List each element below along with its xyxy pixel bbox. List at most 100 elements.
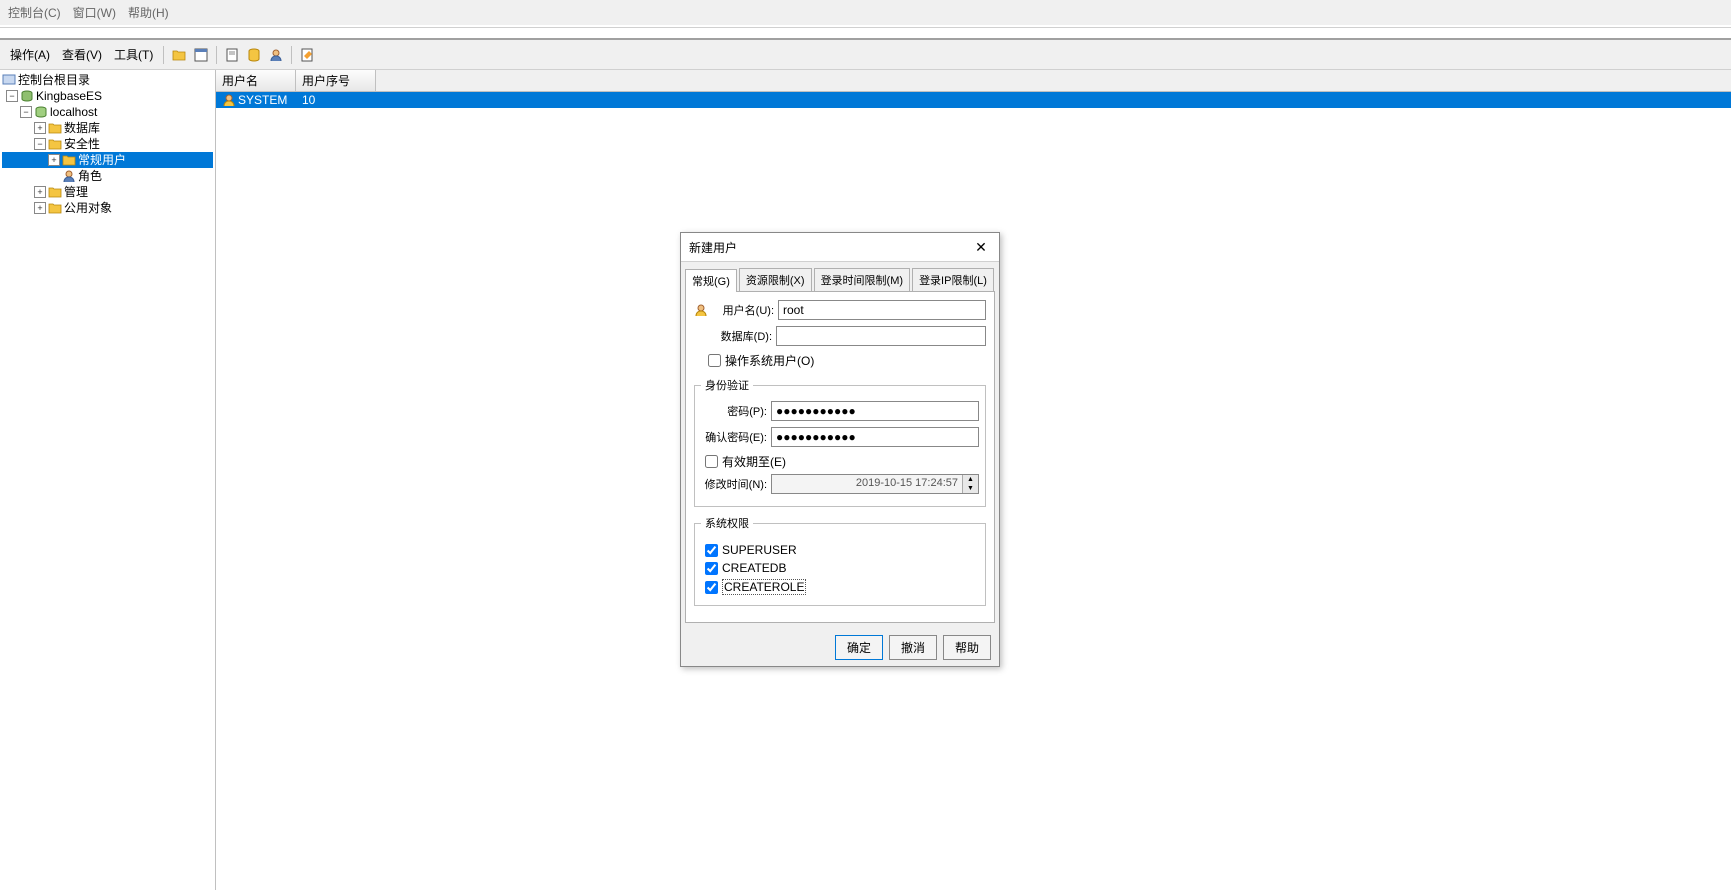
- cylinder-icon[interactable]: [245, 46, 263, 64]
- user-icon[interactable]: [267, 46, 285, 64]
- tree-root-label: 控制台根目录: [18, 72, 90, 88]
- collapse-icon[interactable]: −: [20, 106, 32, 118]
- menu-window[interactable]: 窗口(W): [69, 2, 120, 23]
- window-icon[interactable]: [192, 46, 210, 64]
- tab-resource[interactable]: 资源限制(X): [739, 268, 812, 291]
- confirm-input[interactable]: [771, 427, 979, 447]
- username-input[interactable]: [778, 300, 986, 320]
- tree-database[interactable]: + 数据库: [2, 120, 213, 136]
- expand-icon[interactable]: +: [48, 154, 60, 166]
- console-icon: [2, 73, 16, 87]
- tab-login-time[interactable]: 登录时间限制(M): [814, 268, 911, 291]
- modtime-input[interactable]: 2019-10-15 17:24:57 ▲ ▼: [771, 474, 979, 494]
- modtime-value: 2019-10-15 17:24:57: [772, 475, 962, 493]
- toolbar-action[interactable]: 操作(A): [6, 44, 54, 65]
- folder-icon: [62, 153, 76, 167]
- spin-down-icon[interactable]: ▼: [963, 484, 978, 493]
- tree-kingbase-label: KingbaseES: [36, 88, 102, 104]
- separator: [291, 46, 292, 64]
- os-user-checkbox[interactable]: [708, 354, 721, 367]
- collapse-icon[interactable]: −: [6, 90, 18, 102]
- collapse-icon[interactable]: −: [34, 138, 46, 150]
- folder-icon: [48, 121, 62, 135]
- dialog-title-text: 新建用户: [689, 239, 737, 256]
- col-username[interactable]: 用户名: [216, 70, 296, 91]
- toolbar-tools[interactable]: 工具(T): [110, 44, 157, 65]
- database-label: 数据库(D):: [694, 328, 772, 344]
- row-database: 数据库(D):: [694, 326, 986, 346]
- createdb-checkbox[interactable]: [705, 562, 718, 575]
- tab-general[interactable]: 常规(G): [685, 269, 737, 292]
- user-icon: [222, 93, 236, 107]
- expand-icon[interactable]: +: [34, 186, 46, 198]
- perm-legend: 系统权限: [701, 515, 753, 531]
- createrole-checkbox[interactable]: [705, 581, 718, 594]
- tree-security[interactable]: − 安全性: [2, 136, 213, 152]
- dialog-buttons: 确定 撤消 帮助: [681, 629, 999, 666]
- auth-fieldset: 身份验证 密码(P): 确认密码(E): 有效期至(E) 修改时间(N): 20…: [694, 377, 986, 507]
- confirm-label: 确认密码(E):: [701, 429, 767, 445]
- os-user-label: 操作系统用户(O): [725, 352, 814, 369]
- tree-regular-user[interactable]: + 常规用户: [2, 152, 213, 168]
- server-icon: [34, 105, 48, 119]
- createdb-label: CREATEDB: [722, 561, 786, 575]
- dialog-tabs: 常规(G) 资源限制(X) 登录时间限制(M) 登录IP限制(L): [681, 262, 999, 291]
- folder-open-icon[interactable]: [170, 46, 188, 64]
- tree-database-label: 数据库: [64, 120, 100, 136]
- tree-role[interactable]: 角色: [2, 168, 213, 184]
- row-modtime: 修改时间(N): 2019-10-15 17:24:57 ▲ ▼: [701, 474, 979, 494]
- doc-icon[interactable]: [223, 46, 241, 64]
- username-label: 用户名(U):: [712, 302, 774, 318]
- perm-fieldset: 系统权限 SUPERUSER CREATEDB CREATEROLE: [694, 515, 986, 606]
- modtime-label: 修改时间(N):: [701, 476, 767, 492]
- createrole-label: CREATEROLE: [722, 579, 806, 595]
- ok-button[interactable]: 确定: [835, 635, 883, 660]
- cell-username: SYSTEM: [216, 92, 296, 108]
- superuser-checkbox[interactable]: [705, 544, 718, 557]
- row-username: 用户名(U):: [694, 300, 986, 320]
- tab-body: 用户名(U): 数据库(D): 操作系统用户(O) 身份验证 密码(P): 确认…: [685, 291, 995, 623]
- tree-localhost[interactable]: − localhost: [2, 104, 213, 120]
- tree-public-obj-label: 公用对象: [64, 200, 112, 216]
- edit-icon[interactable]: [298, 46, 316, 64]
- db-icon: [20, 89, 34, 103]
- tree-public-obj[interactable]: + 公用对象: [2, 200, 213, 216]
- toolbar-view[interactable]: 查看(V): [58, 44, 106, 65]
- col-userseq[interactable]: 用户序号: [296, 70, 376, 91]
- expand-icon[interactable]: +: [34, 202, 46, 214]
- database-input[interactable]: [776, 326, 986, 346]
- folder-icon: [48, 201, 62, 215]
- tree-manage-label: 管理: [64, 184, 88, 200]
- tab-login-ip[interactable]: 登录IP限制(L): [912, 268, 994, 291]
- row-expire: 有效期至(E): [705, 453, 979, 470]
- expand-icon[interactable]: +: [34, 122, 46, 134]
- tree-kingbase[interactable]: − KingbaseES: [2, 88, 213, 104]
- separator: [163, 46, 164, 64]
- cell-userseq: 10: [296, 92, 376, 108]
- row-createrole: CREATEROLE: [705, 579, 979, 595]
- password-label: 密码(P):: [701, 403, 767, 419]
- separator: [0, 27, 1731, 28]
- menubar: 控制台(C) 窗口(W) 帮助(H): [0, 0, 1731, 25]
- expire-checkbox[interactable]: [705, 455, 718, 468]
- user-icon: [694, 303, 708, 317]
- tree-manage[interactable]: + 管理: [2, 184, 213, 200]
- cancel-button[interactable]: 撤消: [889, 635, 937, 660]
- cell-username-text: SYSTEM: [238, 93, 287, 107]
- grid-header: 用户名 用户序号: [216, 70, 1731, 92]
- spinner: ▲ ▼: [962, 475, 978, 493]
- expire-label: 有效期至(E): [722, 453, 786, 470]
- user-icon: [62, 169, 76, 183]
- menu-console[interactable]: 控制台(C): [4, 2, 65, 23]
- tree-root[interactable]: 控制台根目录: [2, 72, 213, 88]
- help-button[interactable]: 帮助: [943, 635, 991, 660]
- spin-up-icon[interactable]: ▲: [963, 475, 978, 484]
- table-row[interactable]: SYSTEM 10: [216, 92, 1731, 108]
- folder-icon: [48, 185, 62, 199]
- password-input[interactable]: [771, 401, 979, 421]
- menu-help[interactable]: 帮助(H): [124, 2, 173, 23]
- superuser-label: SUPERUSER: [722, 543, 797, 557]
- tree-security-label: 安全性: [64, 136, 100, 152]
- row-superuser: SUPERUSER: [705, 543, 979, 557]
- close-icon[interactable]: ✕: [971, 237, 991, 257]
